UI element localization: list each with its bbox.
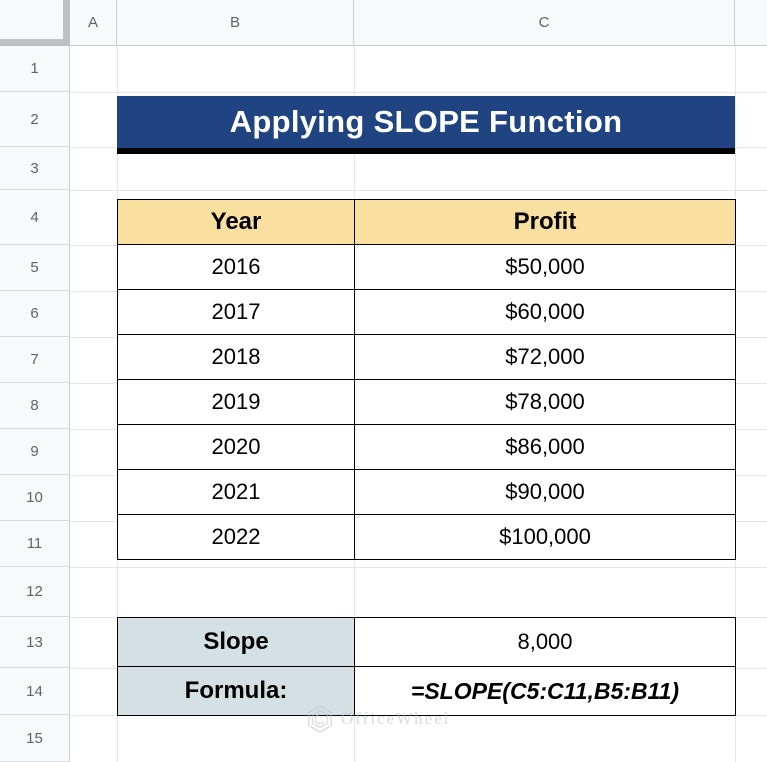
row-header-9[interactable]: 9 <box>0 429 70 475</box>
row-header-8[interactable]: 8 <box>0 383 70 429</box>
row-header-1-label: 1 <box>30 60 39 77</box>
table-row[interactable]: 2016 $50,000 <box>117 244 736 290</box>
select-all-corner[interactable] <box>0 0 70 46</box>
column-header-c[interactable]: C <box>354 0 735 46</box>
column-header-a[interactable]: A <box>70 0 117 46</box>
row-header-3[interactable]: 3 <box>0 147 70 190</box>
title-banner: Applying SLOPE Function <box>117 96 735 154</box>
formula-label: Formula: <box>117 666 355 716</box>
row-header-7-label: 7 <box>30 351 39 368</box>
slope-row[interactable]: Slope 8,000 <box>117 617 736 667</box>
cell-profit[interactable]: $50,000 <box>354 244 736 290</box>
row-header-14[interactable]: 14 <box>0 668 70 715</box>
row-header-12[interactable]: 12 <box>0 567 70 617</box>
cell-year[interactable]: 2018 <box>117 334 355 380</box>
row-header-3-label: 3 <box>30 159 39 177</box>
row-header-15[interactable]: 15 <box>0 715 70 762</box>
title-banner-text: Applying SLOPE Function <box>229 104 623 139</box>
row-header-10-label: 10 <box>26 489 43 506</box>
gridline-horizontal <box>70 190 767 191</box>
cell-profit[interactable]: $72,000 <box>354 334 736 380</box>
cell-profit[interactable]: $100,000 <box>354 514 736 560</box>
formula-value[interactable]: =SLOPE(C5:C11,B5:B11) <box>354 666 736 716</box>
table-row[interactable]: 2018 $72,000 <box>117 334 736 380</box>
column-header-a-label: A <box>87 14 98 31</box>
table-row[interactable]: 2017 $60,000 <box>117 289 736 335</box>
cell-year[interactable]: 2019 <box>117 379 355 425</box>
row-header-2-label: 2 <box>30 110 39 128</box>
row-header-9-label: 9 <box>30 443 39 460</box>
cell-year[interactable]: 2016 <box>117 244 355 290</box>
column-header-profit: Profit <box>354 199 736 245</box>
table-row[interactable]: 2020 $86,000 <box>117 424 736 470</box>
gridline-horizontal <box>70 567 767 568</box>
cell-profit[interactable]: $90,000 <box>354 469 736 515</box>
table-row[interactable]: 2022 $100,000 <box>117 514 736 560</box>
cell-year[interactable]: 2020 <box>117 424 355 470</box>
spreadsheet-canvas: Applying SLOPE Function Year Profit 2016… <box>0 0 767 762</box>
cell-profit[interactable]: $78,000 <box>354 379 736 425</box>
cell-year[interactable]: 2017 <box>117 289 355 335</box>
vertical-scrollbar[interactable] <box>63 0 70 40</box>
gridline-horizontal <box>70 92 767 93</box>
row-header-8-label: 8 <box>30 397 39 414</box>
row-header-7[interactable]: 7 <box>0 337 70 383</box>
row-header-4-label: 4 <box>30 208 39 226</box>
row-header-15-label: 15 <box>26 729 43 747</box>
slope-result-table: Slope 8,000 Formula: =SLOPE(C5:C11,B5:B1… <box>117 617 736 716</box>
row-header-1[interactable]: 1 <box>0 46 70 92</box>
row-header-5[interactable]: 5 <box>0 245 70 291</box>
row-header-11[interactable]: 11 <box>0 521 70 567</box>
slope-label: Slope <box>117 617 355 667</box>
row-header-6[interactable]: 6 <box>0 291 70 337</box>
row-header-13-label: 13 <box>26 633 43 651</box>
row-header-13[interactable]: 13 <box>0 617 70 668</box>
row-header-11-label: 11 <box>26 535 43 552</box>
formula-row[interactable]: Formula: =SLOPE(C5:C11,B5:B11) <box>117 666 736 716</box>
table-row[interactable]: 2019 $78,000 <box>117 379 736 425</box>
table-header-row: Year Profit <box>117 199 736 245</box>
row-header-5-label: 5 <box>30 259 39 276</box>
row-header-12-label: 12 <box>26 583 43 600</box>
row-header-6-label: 6 <box>30 305 39 322</box>
profit-data-table: Year Profit 2016 $50,000 2017 $60,000 20… <box>117 199 736 560</box>
column-header-b[interactable]: B <box>117 0 354 46</box>
scrollbar-corner <box>63 39 70 46</box>
column-header-d[interactable] <box>735 0 767 46</box>
cell-profit[interactable]: $60,000 <box>354 289 736 335</box>
row-header-2[interactable]: 2 <box>0 92 70 147</box>
slope-value[interactable]: 8,000 <box>354 617 736 667</box>
table-row[interactable]: 2021 $90,000 <box>117 469 736 515</box>
cell-year[interactable]: 2022 <box>117 514 355 560</box>
column-header-b-label: B <box>229 14 240 31</box>
cell-profit[interactable]: $86,000 <box>354 424 736 470</box>
column-header-c-label: C <box>538 14 550 31</box>
column-header-year: Year <box>117 199 355 245</box>
cell-year[interactable]: 2021 <box>117 469 355 515</box>
horizontal-scrollbar[interactable] <box>0 39 64 46</box>
row-header-10[interactable]: 10 <box>0 475 70 521</box>
row-header-4[interactable]: 4 <box>0 190 70 245</box>
row-header-14-label: 14 <box>26 682 43 700</box>
